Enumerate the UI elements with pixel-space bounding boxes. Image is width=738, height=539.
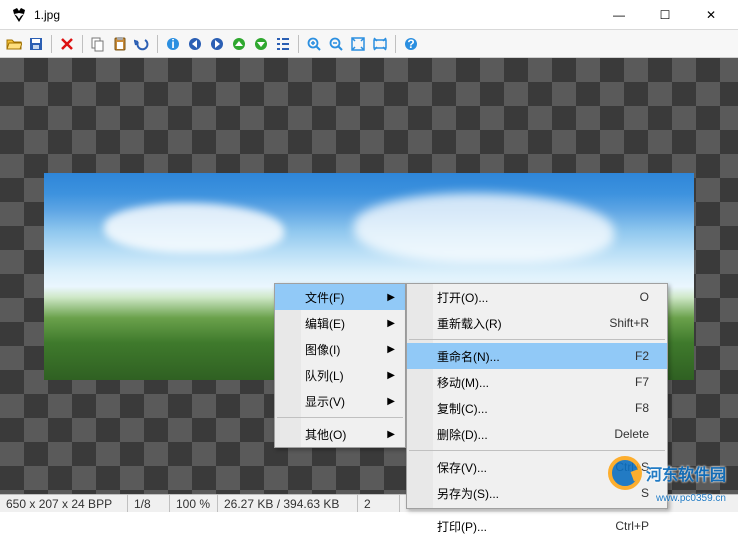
- svg-text:i: i: [171, 37, 174, 51]
- menu-edit[interactable]: 编辑(E) ▶: [275, 310, 405, 336]
- menu-separator: [277, 417, 403, 418]
- submenu-saveas-label: 另存为(S)...: [437, 485, 499, 502]
- title-bar: 1.jpg — ☐ ✕: [0, 0, 738, 30]
- zoom-in-button[interactable]: [304, 34, 324, 54]
- toolbar-separator: [395, 35, 396, 53]
- submenu-copy-shortcut: F8: [635, 401, 649, 415]
- open-button[interactable]: [4, 34, 24, 54]
- save-button[interactable]: [26, 34, 46, 54]
- chevron-right-icon: ▶: [387, 429, 395, 440]
- chevron-right-icon: ▶: [387, 292, 395, 303]
- minimize-button[interactable]: —: [596, 0, 642, 29]
- submenu-save-label: 保存(V)...: [437, 459, 487, 476]
- menu-file-label: 文件(F): [305, 289, 344, 306]
- menu-other[interactable]: 其他(O) ▶: [275, 421, 405, 447]
- actual-size-button[interactable]: [370, 34, 390, 54]
- chevron-right-icon: ▶: [387, 344, 395, 355]
- status-filesize: 26.27 KB / 394.63 KB: [218, 495, 358, 512]
- submenu-copy[interactable]: 复制(C)... F8: [407, 395, 667, 421]
- submenu-reload[interactable]: 重新载入(R) Shift+R: [407, 310, 667, 336]
- watermark: 河东软件园 www.pc0359.cn: [608, 456, 726, 490]
- menu-file[interactable]: 文件(F) ▶: [275, 284, 405, 310]
- app-icon: [10, 6, 28, 24]
- menu-queue[interactable]: 队列(L) ▶: [275, 362, 405, 388]
- window-title: 1.jpg: [34, 8, 596, 22]
- submenu-delete-shortcut: Delete: [614, 427, 649, 441]
- toolbar-separator: [51, 35, 52, 53]
- menu-edit-label: 编辑(E): [305, 315, 345, 332]
- submenu-move[interactable]: 移动(M)... F7: [407, 369, 667, 395]
- submenu-print[interactable]: 打印(P)... Ctrl+P: [407, 513, 667, 539]
- menu-image[interactable]: 图像(I) ▶: [275, 336, 405, 362]
- submenu-reload-label: 重新载入(R): [437, 315, 502, 332]
- submenu-move-label: 移动(M)...: [437, 374, 489, 391]
- watermark-text: 河东软件园: [646, 461, 726, 485]
- submenu-rename-shortcut: F2: [635, 349, 649, 363]
- menu-other-label: 其他(O): [305, 426, 346, 443]
- status-date: 2: [358, 495, 400, 512]
- submenu-open[interactable]: 打开(O)... O: [407, 284, 667, 310]
- paste-button[interactable]: [110, 34, 130, 54]
- submenu-rename[interactable]: 重命名(N)... F2: [407, 343, 667, 369]
- watermark-url: www.pc0359.cn: [656, 493, 726, 504]
- menu-view[interactable]: 显示(V) ▶: [275, 388, 405, 414]
- menu-separator: [409, 339, 665, 340]
- close-button[interactable]: ✕: [688, 0, 734, 29]
- submenu-print-shortcut: Ctrl+P: [615, 519, 649, 533]
- svg-text:?: ?: [407, 37, 414, 51]
- toolbar: i ?: [0, 30, 738, 58]
- menu-queue-label: 队列(L): [305, 367, 344, 384]
- submenu-open-label: 打开(O)...: [437, 289, 488, 306]
- submenu-copy-label: 复制(C)...: [437, 400, 488, 417]
- chevron-right-icon: ▶: [387, 318, 395, 329]
- context-menu: 文件(F) ▶ 编辑(E) ▶ 图像(I) ▶ 队列(L) ▶ 显示(V) ▶ …: [274, 283, 406, 448]
- menu-image-label: 图像(I): [305, 341, 340, 358]
- menu-separator: [409, 450, 665, 451]
- menu-separator: [409, 509, 665, 510]
- undo-button[interactable]: [132, 34, 152, 54]
- toolbar-separator: [82, 35, 83, 53]
- submenu-move-shortcut: F7: [635, 375, 649, 389]
- fit-button[interactable]: [348, 34, 368, 54]
- down-button[interactable]: [251, 34, 271, 54]
- watermark-logo-icon: [608, 456, 642, 490]
- delete-button[interactable]: [57, 34, 77, 54]
- help-button[interactable]: ?: [401, 34, 421, 54]
- toolbar-separator: [157, 35, 158, 53]
- next-button[interactable]: [207, 34, 227, 54]
- submenu-print-label: 打印(P)...: [437, 518, 487, 535]
- maximize-button[interactable]: ☐: [642, 0, 688, 29]
- copy-button[interactable]: [88, 34, 108, 54]
- status-dimensions: 650 x 207 x 24 BPP: [0, 495, 128, 512]
- chevron-right-icon: ▶: [387, 396, 395, 407]
- submenu-open-shortcut: O: [640, 290, 649, 304]
- status-zoom: 100 %: [170, 495, 218, 512]
- chevron-right-icon: ▶: [387, 370, 395, 381]
- window-controls: — ☐ ✕: [596, 0, 734, 29]
- status-page: 1/8: [128, 495, 170, 512]
- submenu-delete[interactable]: 删除(D)... Delete: [407, 421, 667, 447]
- up-button[interactable]: [229, 34, 249, 54]
- submenu-rename-label: 重命名(N)...: [437, 348, 500, 365]
- toolbar-separator: [298, 35, 299, 53]
- info-button[interactable]: i: [163, 34, 183, 54]
- list-button[interactable]: [273, 34, 293, 54]
- submenu-reload-shortcut: Shift+R: [609, 316, 649, 330]
- menu-view-label: 显示(V): [305, 393, 345, 410]
- zoom-out-button[interactable]: [326, 34, 346, 54]
- prev-button[interactable]: [185, 34, 205, 54]
- submenu-delete-label: 删除(D)...: [437, 426, 488, 443]
